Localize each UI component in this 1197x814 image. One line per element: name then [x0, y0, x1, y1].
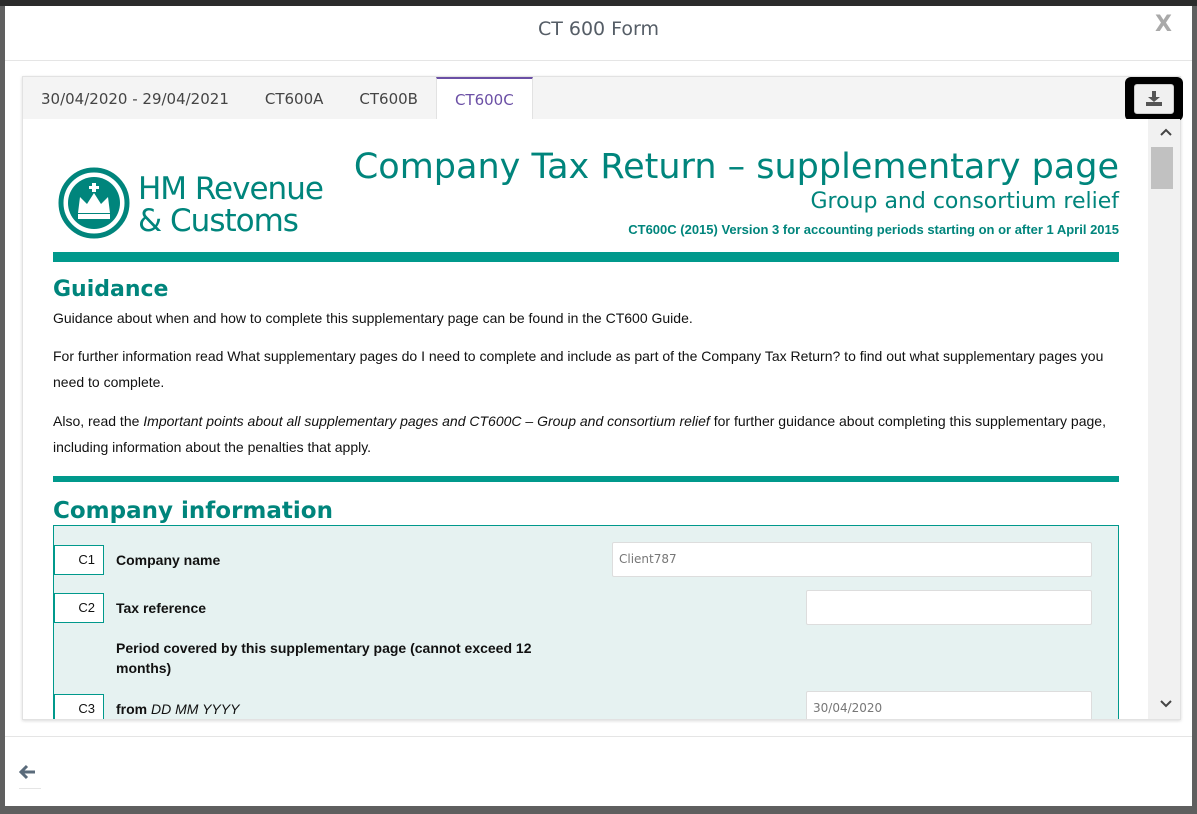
hmrc-logo: HM Revenue & Customs	[58, 167, 324, 244]
form-panel: 30/04/2020 - 29/04/2021 CT600A CT600B CT…	[22, 76, 1183, 720]
period-from-label: from DD MM YYYY	[116, 699, 239, 719]
hmrc-wordmark: HM Revenue & Customs	[138, 171, 324, 239]
back-button[interactable]	[18, 758, 41, 789]
download-icon	[1146, 91, 1162, 106]
chevron-down-icon[interactable]	[1160, 697, 1172, 711]
tab-ct600c[interactable]: CT600C	[435, 77, 533, 119]
scrollbar[interactable]	[1148, 119, 1180, 719]
tab-bar: 30/04/2020 - 29/04/2021 CT600A CT600B CT…	[23, 77, 533, 119]
guidance-para-2: For further information read What supple…	[53, 348, 1104, 390]
modal-header: CT 600 Form X	[5, 6, 1192, 61]
form-subtitle: Group and consortium relief	[810, 189, 1119, 214]
code-c2-label: C2	[78, 600, 95, 615]
chevron-up-icon[interactable]	[1160, 125, 1172, 139]
tax-reference-field[interactable]	[806, 590, 1092, 625]
download-highlight	[1125, 77, 1183, 121]
form-version: CT600C (2015) Version 3 for accounting p…	[628, 222, 1119, 237]
tab-period[interactable]: 30/04/2020 - 29/04/2021	[23, 77, 247, 119]
close-button[interactable]: X	[1155, 12, 1172, 37]
scrollbar-thumb[interactable]	[1151, 147, 1173, 189]
guidance-heading: Guidance	[53, 277, 169, 302]
hmrc-crest-icon	[58, 167, 130, 239]
divider-rule	[53, 252, 1119, 262]
ct600-modal: CT 600 Form X 30/04/2020 - 29/04/2021 CT…	[5, 6, 1192, 806]
guidance-para-3-text-a: Also, read the	[53, 413, 144, 429]
guidance-para-3-italic: Important points about all supplementary…	[143, 413, 710, 429]
code-c1: C1	[54, 545, 104, 575]
company-name-label: Company name	[116, 552, 221, 568]
form-document[interactable]: HM Revenue & Customs Company Tax Return …	[23, 119, 1148, 719]
modal-footer-divider	[5, 736, 1192, 737]
period-from-field[interactable]: 30/04/2020	[806, 691, 1092, 719]
guidance-para-1: Guidance about when and how to complete …	[53, 310, 693, 326]
date-format-hint: DD MM YYYY	[151, 701, 240, 717]
divider-rule	[53, 476, 1119, 482]
modal-title: CT 600 Form	[537, 18, 660, 40]
tab-ct600a[interactable]: CT600A	[247, 77, 342, 119]
tax-reference-label: Tax reference	[116, 600, 207, 616]
form-title: Company Tax Return – supplementary page	[353, 147, 1119, 187]
wordmark-line1: HM Revenue	[138, 171, 324, 207]
company-info-box: C1 Company name Client787 C2 Tax referen…	[53, 525, 1119, 719]
guidance-para-3: Also, read the Important points about al…	[53, 408, 1119, 460]
company-name-field[interactable]: Client787	[612, 542, 1092, 577]
company-info-heading: Company information	[53, 498, 333, 524]
code-c2: C2	[54, 593, 104, 623]
download-button[interactable]	[1134, 84, 1174, 114]
code-c3-label: C3	[78, 701, 95, 716]
code-c1-label: C1	[78, 552, 95, 567]
wordmark-line2: & Customs	[138, 203, 299, 239]
arrow-left-icon	[18, 764, 35, 780]
period-covered-label: Period covered by this supplementary pag…	[116, 640, 532, 676]
code-c3: C3	[54, 694, 104, 719]
period-from-text: from	[116, 701, 148, 717]
tab-ct600b[interactable]: CT600B	[341, 77, 436, 119]
